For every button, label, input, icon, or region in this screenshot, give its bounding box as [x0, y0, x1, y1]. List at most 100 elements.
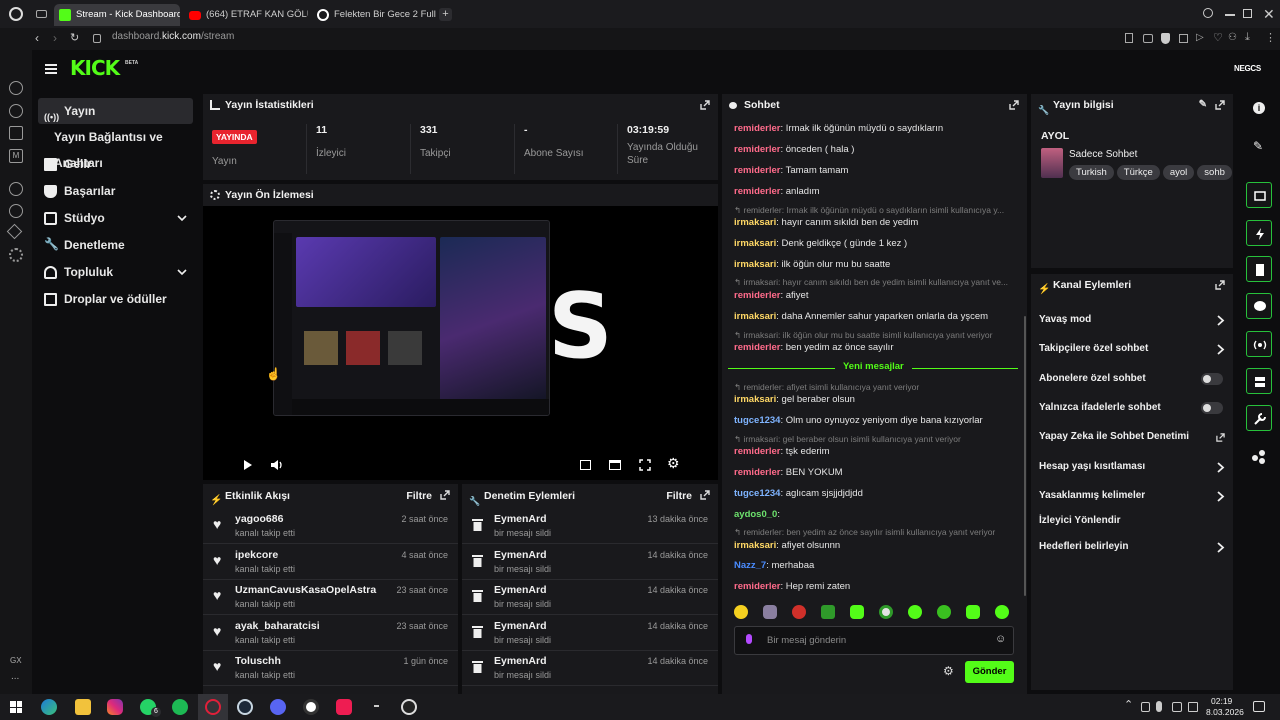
fullscreen-button[interactable] — [639, 459, 651, 471]
tray-network-icon[interactable] — [1172, 702, 1182, 712]
play-button[interactable] — [243, 459, 253, 471]
app-icon[interactable] — [303, 699, 319, 715]
player-icon[interactable] — [9, 182, 23, 196]
chat-settings-icon[interactable]: ⚙ — [943, 664, 954, 678]
kick-logo[interactable]: KICK — [70, 56, 120, 80]
activity-name[interactable]: Toluschh — [235, 655, 281, 667]
rail-button-chat[interactable] — [1246, 293, 1272, 319]
tray-chevron-icon[interactable]: ⌃ — [1124, 698, 1133, 711]
popout-icon[interactable] — [1215, 280, 1225, 290]
rail-button-camera[interactable] — [1246, 182, 1272, 208]
send-button[interactable]: Gönder — [965, 661, 1014, 683]
moderation-row[interactable]: EymenArd bir mesajı sildi 14 dakika önce — [462, 650, 718, 686]
popout-icon[interactable] — [700, 100, 710, 110]
opera-logo-icon[interactable] — [9, 7, 23, 21]
share-icon[interactable] — [1252, 450, 1266, 464]
play-icon[interactable]: ▷ — [1196, 32, 1204, 43]
microphone-icon[interactable] — [746, 634, 752, 644]
activity-row[interactable]: ♥ UzmanCavusKasaOpelAstra kanalı takip ett… — [203, 579, 458, 615]
menu-icon[interactable]: ⋮ — [1265, 31, 1276, 44]
chat-username[interactable]: irmaksari — [734, 259, 776, 270]
moderation-filter-button[interactable]: Filtre — [666, 484, 692, 508]
emote-icon[interactable] — [763, 605, 777, 619]
downloads-icon[interactable]: ⤓ — [1245, 31, 1250, 44]
activity-row[interactable]: ♥ ipekcore kanalı takip etti 4 saat önce — [203, 544, 458, 580]
tiktok-icon[interactable] — [336, 699, 352, 715]
music-icon[interactable]: M — [9, 149, 23, 163]
moderation-name[interactable]: EymenArd — [494, 513, 547, 525]
chat-username[interactable]: irmaksari — [734, 394, 776, 405]
extensions-icon[interactable] — [9, 126, 23, 140]
tab-felekten[interactable]: Felekten Bir Gece 2 Full H — [312, 4, 436, 26]
clock-time[interactable]: 02:19 — [1211, 696, 1232, 706]
user-avatar-badge[interactable]: NEGCS — [1234, 64, 1261, 73]
tag[interactable]: Turkish — [1069, 165, 1114, 180]
nav-denetleme[interactable]: 🔧 Denetleme — [38, 232, 193, 258]
activity-name[interactable]: ayak_baharatcisi — [235, 620, 320, 632]
emote-icon[interactable] — [850, 605, 864, 619]
minimize-button[interactable] — [1225, 14, 1235, 16]
channel-action[interactable]: Hedefleri belirleyin — [1039, 536, 1225, 558]
windows-start-icon[interactable] — [10, 701, 22, 713]
reload-icon[interactable]: ↻ — [70, 31, 79, 44]
new-messages-label[interactable]: Yeni mesajlar — [835, 361, 912, 372]
chat-username[interactable]: remiderler — [734, 144, 780, 155]
search-sidebar-icon[interactable] — [9, 104, 23, 118]
chat-username[interactable]: irmaksari — [734, 540, 776, 551]
chat-scrollbar[interactable] — [1024, 316, 1026, 596]
chat-input[interactable]: Bir mesaj gönderin ☺ — [734, 626, 1014, 655]
moderation-name[interactable]: EymenArd — [494, 620, 547, 632]
notifications-icon[interactable] — [1253, 701, 1265, 712]
settings-icon[interactable] — [9, 248, 23, 262]
discord-icon[interactable] — [270, 699, 286, 715]
nav-gelir[interactable]: Gelir — [38, 151, 193, 177]
nav-stream-key[interactable]: Yayın Bağlantısı ve Anahtarı — [38, 124, 208, 170]
pip-button[interactable] — [580, 460, 591, 470]
profile-icon[interactable]: ⚇ — [1228, 32, 1237, 43]
chat-username[interactable]: Nazz_7 — [734, 560, 766, 571]
chat-username[interactable]: tugce1234 — [734, 415, 780, 426]
heart-icon[interactable]: ♡ — [1213, 31, 1223, 44]
nav-studyo[interactable]: Stüdyo — [38, 205, 193, 231]
spotify-icon[interactable] — [172, 699, 188, 715]
instagram-icon[interactable] — [107, 699, 123, 715]
opera-gx-icon[interactable] — [205, 699, 221, 715]
moderation-row[interactable]: EymenArd bir mesajı sildi 14 dakika önce — [462, 579, 718, 615]
pencil-icon[interactable]: ✎ — [1253, 139, 1263, 153]
rail-button-layout[interactable] — [1246, 368, 1272, 394]
emote-icon[interactable] — [734, 605, 748, 619]
rail-button-wrench[interactable] — [1246, 405, 1272, 431]
emote-icon[interactable] — [879, 605, 893, 619]
chat-username[interactable]: remiderler — [734, 467, 780, 478]
emote-icon[interactable] — [937, 605, 951, 619]
activity-row[interactable]: ♥ yagoo686 kanalı takip etti 2 saat önce — [203, 508, 458, 544]
channel-action[interactable]: Takipçilere özel sohbet — [1039, 338, 1225, 360]
tab-youtube[interactable]: (664) ETRAF KAN GÖLÜ! — [184, 4, 308, 26]
emote-icon[interactable] — [821, 605, 835, 619]
emote-icon[interactable] — [908, 605, 922, 619]
tray-battery-icon[interactable] — [1188, 702, 1198, 712]
popout-icon[interactable] — [1009, 100, 1019, 110]
chat-username[interactable]: remiderler — [734, 165, 780, 176]
moderation-name[interactable]: EymenArd — [494, 549, 547, 561]
moderation-row[interactable]: EymenArd bir mesajı sildi 13 dakika önce — [462, 508, 718, 544]
download-page-icon[interactable] — [1179, 34, 1188, 43]
chat-username[interactable]: remiderler — [734, 446, 780, 457]
chat-username[interactable]: aydos0_0 — [734, 509, 777, 520]
toggle-switch[interactable] — [1201, 373, 1223, 385]
nav-basarilar[interactable]: Başarılar — [38, 178, 193, 204]
theater-button[interactable] — [609, 460, 621, 470]
steam-icon[interactable] — [237, 699, 253, 715]
hamburger-menu-icon[interactable] — [45, 64, 57, 74]
popout-icon[interactable] — [1215, 100, 1225, 110]
activity-name[interactable]: UzmanCavusKasaOpelAstra — [235, 584, 376, 596]
obs-icon[interactable] — [401, 699, 417, 715]
chat-username[interactable]: irmaksari — [734, 311, 776, 322]
rail-button-notes[interactable] — [1246, 256, 1272, 282]
bookmark-icon[interactable] — [1125, 33, 1133, 43]
channel-action[interactable]: Yasaklanmış kelimeler — [1039, 485, 1225, 507]
clock-date[interactable]: 8.03.2026 — [1206, 707, 1244, 717]
chat-username[interactable]: remiderler — [734, 186, 780, 197]
tag[interactable]: ayol — [1162, 165, 1195, 180]
rail-button-lightning[interactable] — [1246, 220, 1272, 246]
